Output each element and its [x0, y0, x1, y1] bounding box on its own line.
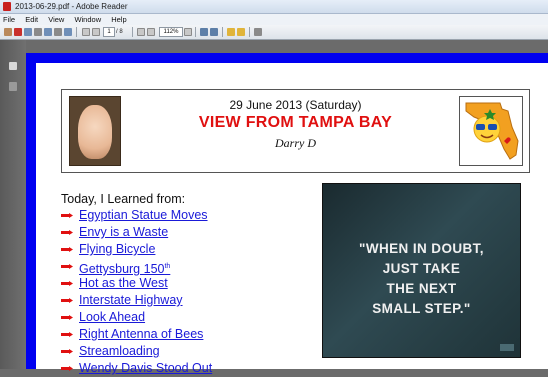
- red-arrow-icon: [61, 213, 73, 218]
- expand-icon[interactable]: [254, 28, 262, 36]
- comment-icon[interactable]: [227, 28, 235, 36]
- toolbar: 1 / 8 112%: [0, 25, 548, 40]
- zoom-in-icon[interactable]: [147, 28, 155, 36]
- red-arrow-icon: [61, 315, 73, 320]
- fit-page-icon[interactable]: [200, 28, 208, 36]
- create-pdf-icon[interactable]: [14, 28, 22, 36]
- page-number-input[interactable]: 1: [103, 27, 115, 37]
- zoom-out-icon[interactable]: [137, 28, 145, 36]
- red-arrow-icon: [61, 332, 73, 337]
- newsletter-header: 29 June 2013 (Saturday) VIEW FROM TAMPA …: [61, 89, 530, 173]
- quote-poster-image: "WHEN IN DOUBT, JUST TAKE THE NEXT SMALL…: [322, 183, 521, 358]
- poster-watermark: [500, 344, 514, 351]
- link-antenna-bees[interactable]: Right Antenna of Bees: [79, 326, 203, 343]
- menu-bar: File Edit View Window Help: [0, 14, 548, 25]
- link-envy[interactable]: Envy is a Waste: [79, 224, 168, 241]
- red-arrow-icon: [61, 349, 73, 354]
- link-egyptian-statue[interactable]: Egyptian Statue Moves: [79, 207, 208, 224]
- red-arrow-icon: [61, 247, 73, 252]
- window-title: 2013-06-29.pdf - Adobe Reader: [15, 2, 128, 11]
- fit-width-icon[interactable]: [210, 28, 218, 36]
- save-icon[interactable]: [44, 28, 52, 36]
- zoom-level-input[interactable]: 112%: [159, 27, 183, 37]
- menu-view[interactable]: View: [45, 14, 69, 25]
- edit-icon[interactable]: [24, 28, 32, 36]
- next-page-icon[interactable]: [92, 28, 100, 36]
- learned-heading: Today, I Learned from:: [61, 192, 186, 206]
- title-bar: 2013-06-29.pdf - Adobe Reader: [0, 0, 548, 14]
- email-icon[interactable]: [64, 28, 72, 36]
- toolbar-separator: [222, 27, 223, 37]
- link-flying-bicycle[interactable]: Flying Bicycle: [79, 241, 155, 258]
- navigation-pane: [0, 40, 26, 369]
- menu-file[interactable]: File: [0, 14, 20, 25]
- share-icon[interactable]: [34, 28, 42, 36]
- print-icon[interactable]: [54, 28, 62, 36]
- highlight-icon[interactable]: [237, 28, 245, 36]
- toolbar-separator: [132, 27, 133, 37]
- page-thumbnails-icon[interactable]: [9, 62, 17, 70]
- toolbar-separator: [249, 27, 250, 37]
- link-hot-as-west[interactable]: Hot as the West: [79, 275, 168, 292]
- adobe-reader-icon: [3, 2, 11, 11]
- link-streamloading[interactable]: Streamloading: [79, 343, 160, 360]
- red-arrow-icon: [61, 264, 73, 269]
- red-arrow-icon: [61, 298, 73, 303]
- menu-help[interactable]: Help: [108, 14, 131, 25]
- menu-window[interactable]: Window: [71, 14, 106, 25]
- toolbar-separator: [195, 27, 196, 37]
- previous-page-icon[interactable]: [82, 28, 90, 36]
- attachments-icon[interactable]: [9, 82, 17, 91]
- link-look-ahead[interactable]: Look Ahead: [79, 309, 145, 326]
- open-icon[interactable]: [4, 28, 12, 36]
- red-arrow-icon: [61, 230, 73, 235]
- poster-quote: "WHEN IN DOUBT, JUST TAKE THE NEXT SMALL…: [359, 241, 484, 316]
- toolbar-separator: [76, 27, 77, 37]
- page-total: / 8: [116, 29, 123, 35]
- zoom-dropdown-icon[interactable]: [184, 28, 192, 36]
- menu-edit[interactable]: Edit: [22, 14, 43, 25]
- link-interstate-highway[interactable]: Interstate Highway: [79, 292, 183, 309]
- red-arrow-icon: [61, 281, 73, 286]
- florida-sun-logo: [459, 96, 523, 166]
